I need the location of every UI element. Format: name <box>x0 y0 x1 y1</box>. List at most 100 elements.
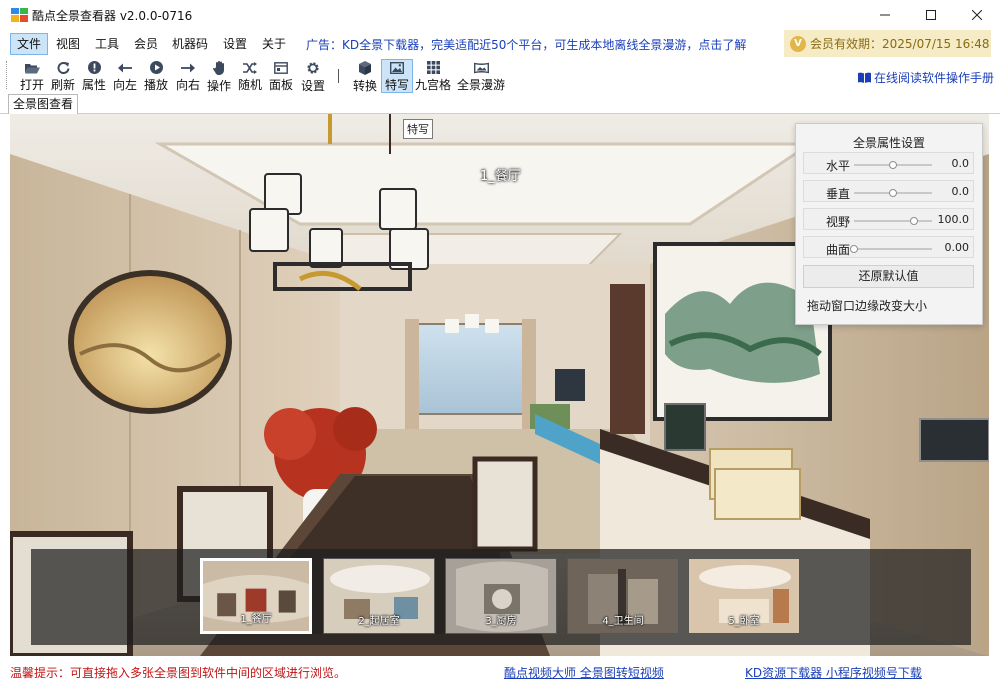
menu-member[interactable]: 会员 <box>128 33 164 55</box>
arrow-right-icon <box>181 63 195 72</box>
thumbnail-bedroom-label: 5_卧室 <box>728 616 760 627</box>
fov-row: 视野 100.0 <box>803 208 974 230</box>
thumbnail-dining-label: 1_餐厅 <box>240 614 272 625</box>
open-label: 打开 <box>19 78 44 92</box>
menu-settings[interactable]: 设置 <box>217 33 253 55</box>
membership-badge[interactable]: V 会员有效期：2025/07/15 16:48 <box>784 30 991 57</box>
manual-link-label: 在线阅读软件操作手册 <box>874 71 995 85</box>
info-icon <box>87 61 101 74</box>
arrow-left-icon <box>118 63 132 72</box>
curvature-slider-thumb[interactable] <box>850 245 858 253</box>
closeup-label: 特写 <box>384 78 409 92</box>
cube-icon <box>359 61 371 75</box>
convert-button[interactable]: 转换 <box>350 59 380 93</box>
title-bar: 酷点全景查看器 v2.0.0-0716 <box>0 0 1000 30</box>
horizontal-label: 水平 <box>826 159 851 173</box>
thumbnail-bedroom[interactable]: 5_卧室 <box>688 558 800 634</box>
fov-slider-thumb[interactable] <box>910 217 919 225</box>
convert-label: 转换 <box>352 79 377 93</box>
operate-label: 操作 <box>206 79 231 93</box>
refresh-button[interactable]: 刷新 <box>48 59 78 93</box>
next-button[interactable]: 向右 <box>173 59 203 93</box>
vertical-slider[interactable] <box>854 189 932 197</box>
properties-label: 属性 <box>81 78 106 92</box>
grid-icon <box>426 61 440 74</box>
panel-icon <box>274 61 288 74</box>
prev-label: 向左 <box>112 78 137 92</box>
tab-panorama-view[interactable]: 全景图查看 <box>8 94 79 114</box>
panorama-properties-panel[interactable]: 全景属性设置 水平 0.0 垂直 0.0 视野 100.0 曲面 0.00 还原… <box>795 123 983 325</box>
random-button[interactable]: 随机 <box>235 59 265 93</box>
toolbar: 打开 刷新 属性 向左 播放 向右 操作 随机 面板 设置 转换 特写 九宫格 … <box>0 57 1000 93</box>
window-title: 酷点全景查看器 v2.0.0-0716 <box>32 9 193 23</box>
vertical-value: 0.0 <box>951 185 970 198</box>
closeup-tooltip: 特写 <box>403 119 433 139</box>
fov-label: 视野 <box>826 215 851 229</box>
maximize-icon <box>926 10 936 20</box>
curvature-slider[interactable] <box>850 245 932 253</box>
menu-view[interactable]: 视图 <box>50 33 86 55</box>
panel-label: 面板 <box>268 78 293 92</box>
nine-grid-label: 九宫格 <box>414 78 451 92</box>
fov-slider[interactable] <box>854 217 932 225</box>
menu-tools[interactable]: 工具 <box>89 33 125 55</box>
folder-open-icon <box>24 63 40 73</box>
open-button[interactable]: 打开 <box>17 59 47 93</box>
curvature-row: 曲面 0.00 <box>803 236 974 258</box>
app-logo-icon <box>11 8 28 22</box>
vertical-slider-thumb[interactable] <box>889 189 897 197</box>
horizontal-slider[interactable] <box>854 161 932 169</box>
refresh-label: 刷新 <box>50 78 75 92</box>
prev-button[interactable]: 向左 <box>110 59 140 93</box>
curvature-value: 0.00 <box>944 241 970 254</box>
video-master-link[interactable]: 酷点视频大师 全景图转短视频 <box>504 664 664 681</box>
reset-defaults-button[interactable]: 还原默认值 <box>803 265 974 288</box>
settings-label: 设置 <box>300 79 325 93</box>
manual-link[interactable]: 在线阅读软件操作手册 <box>858 69 994 86</box>
play-icon <box>149 61 163 74</box>
resize-hint: 拖动窗口边缘改变大小 <box>807 299 928 313</box>
hand-icon <box>212 61 224 75</box>
tab-strip: 全景图查看 <box>0 93 1000 114</box>
vertical-label: 垂直 <box>826 187 851 201</box>
thumbnail-kitchen[interactable]: 3_厨房 <box>445 558 557 634</box>
minimize-icon <box>880 14 890 16</box>
thumbnail-living-label: 2_起居室 <box>358 616 400 627</box>
toolbar-separator <box>338 69 339 83</box>
fov-value: 100.0 <box>937 213 970 226</box>
properties-button[interactable]: 属性 <box>79 59 109 93</box>
close-icon <box>972 10 982 20</box>
status-tip: 温馨提示：可直接拖入多张全景图到软件中间的区域进行浏览。 <box>10 666 347 680</box>
menu-file[interactable]: 文件 <box>10 33 49 55</box>
toolbar-grip[interactable] <box>6 61 9 89</box>
minimize-button[interactable] <box>862 0 908 30</box>
maximize-button[interactable] <box>908 0 954 30</box>
settings-button[interactable]: 设置 <box>298 59 328 93</box>
horizontal-slider-thumb[interactable] <box>889 161 897 169</box>
operate-button[interactable]: 操作 <box>204 59 234 93</box>
menu-about[interactable]: 关于 <box>256 33 292 55</box>
thumbnail-bathroom[interactable]: 4_卫生间 <box>567 558 679 634</box>
closeup-button[interactable]: 特写 <box>381 59 413 93</box>
horizontal-value: 0.0 <box>951 157 970 170</box>
resource-downloader-link[interactable]: KD资源下载器 小程序视频号下载 <box>745 664 922 681</box>
nine-grid-button[interactable]: 九宫格 <box>414 59 452 93</box>
properties-title: 全景属性设置 <box>852 136 925 150</box>
play-button[interactable]: 播放 <box>141 59 171 93</box>
status-bar: 温馨提示：可直接拖入多张全景图到软件中间的区域进行浏览。 酷点视频大师 全景图转… <box>0 656 1000 687</box>
horizontal-row: 水平 0.0 <box>803 152 974 174</box>
ad-banner-link[interactable]: 广告：KD全景下载器，完美适配近50个平台，可生成本地离线全景漫游，点击了解 <box>306 36 746 53</box>
gear-icon <box>307 62 319 74</box>
next-label: 向右 <box>175 78 200 92</box>
thumbnail-bathroom-label: 4_卫生间 <box>602 616 644 627</box>
panorama-tour-button[interactable]: 全景漫游 <box>456 59 506 93</box>
random-label: 随机 <box>237 78 262 92</box>
thumbnail-living[interactable]: 2_起居室 <box>323 558 435 634</box>
vertical-row: 垂直 0.0 <box>803 180 974 202</box>
menu-machine-code[interactable]: 机器码 <box>166 33 214 55</box>
curvature-label: 曲面 <box>826 243 851 257</box>
image-icon <box>390 62 404 74</box>
panel-button[interactable]: 面板 <box>266 59 296 93</box>
close-button[interactable] <box>954 0 1000 30</box>
thumbnail-dining[interactable]: 1_餐厅 <box>200 558 312 634</box>
